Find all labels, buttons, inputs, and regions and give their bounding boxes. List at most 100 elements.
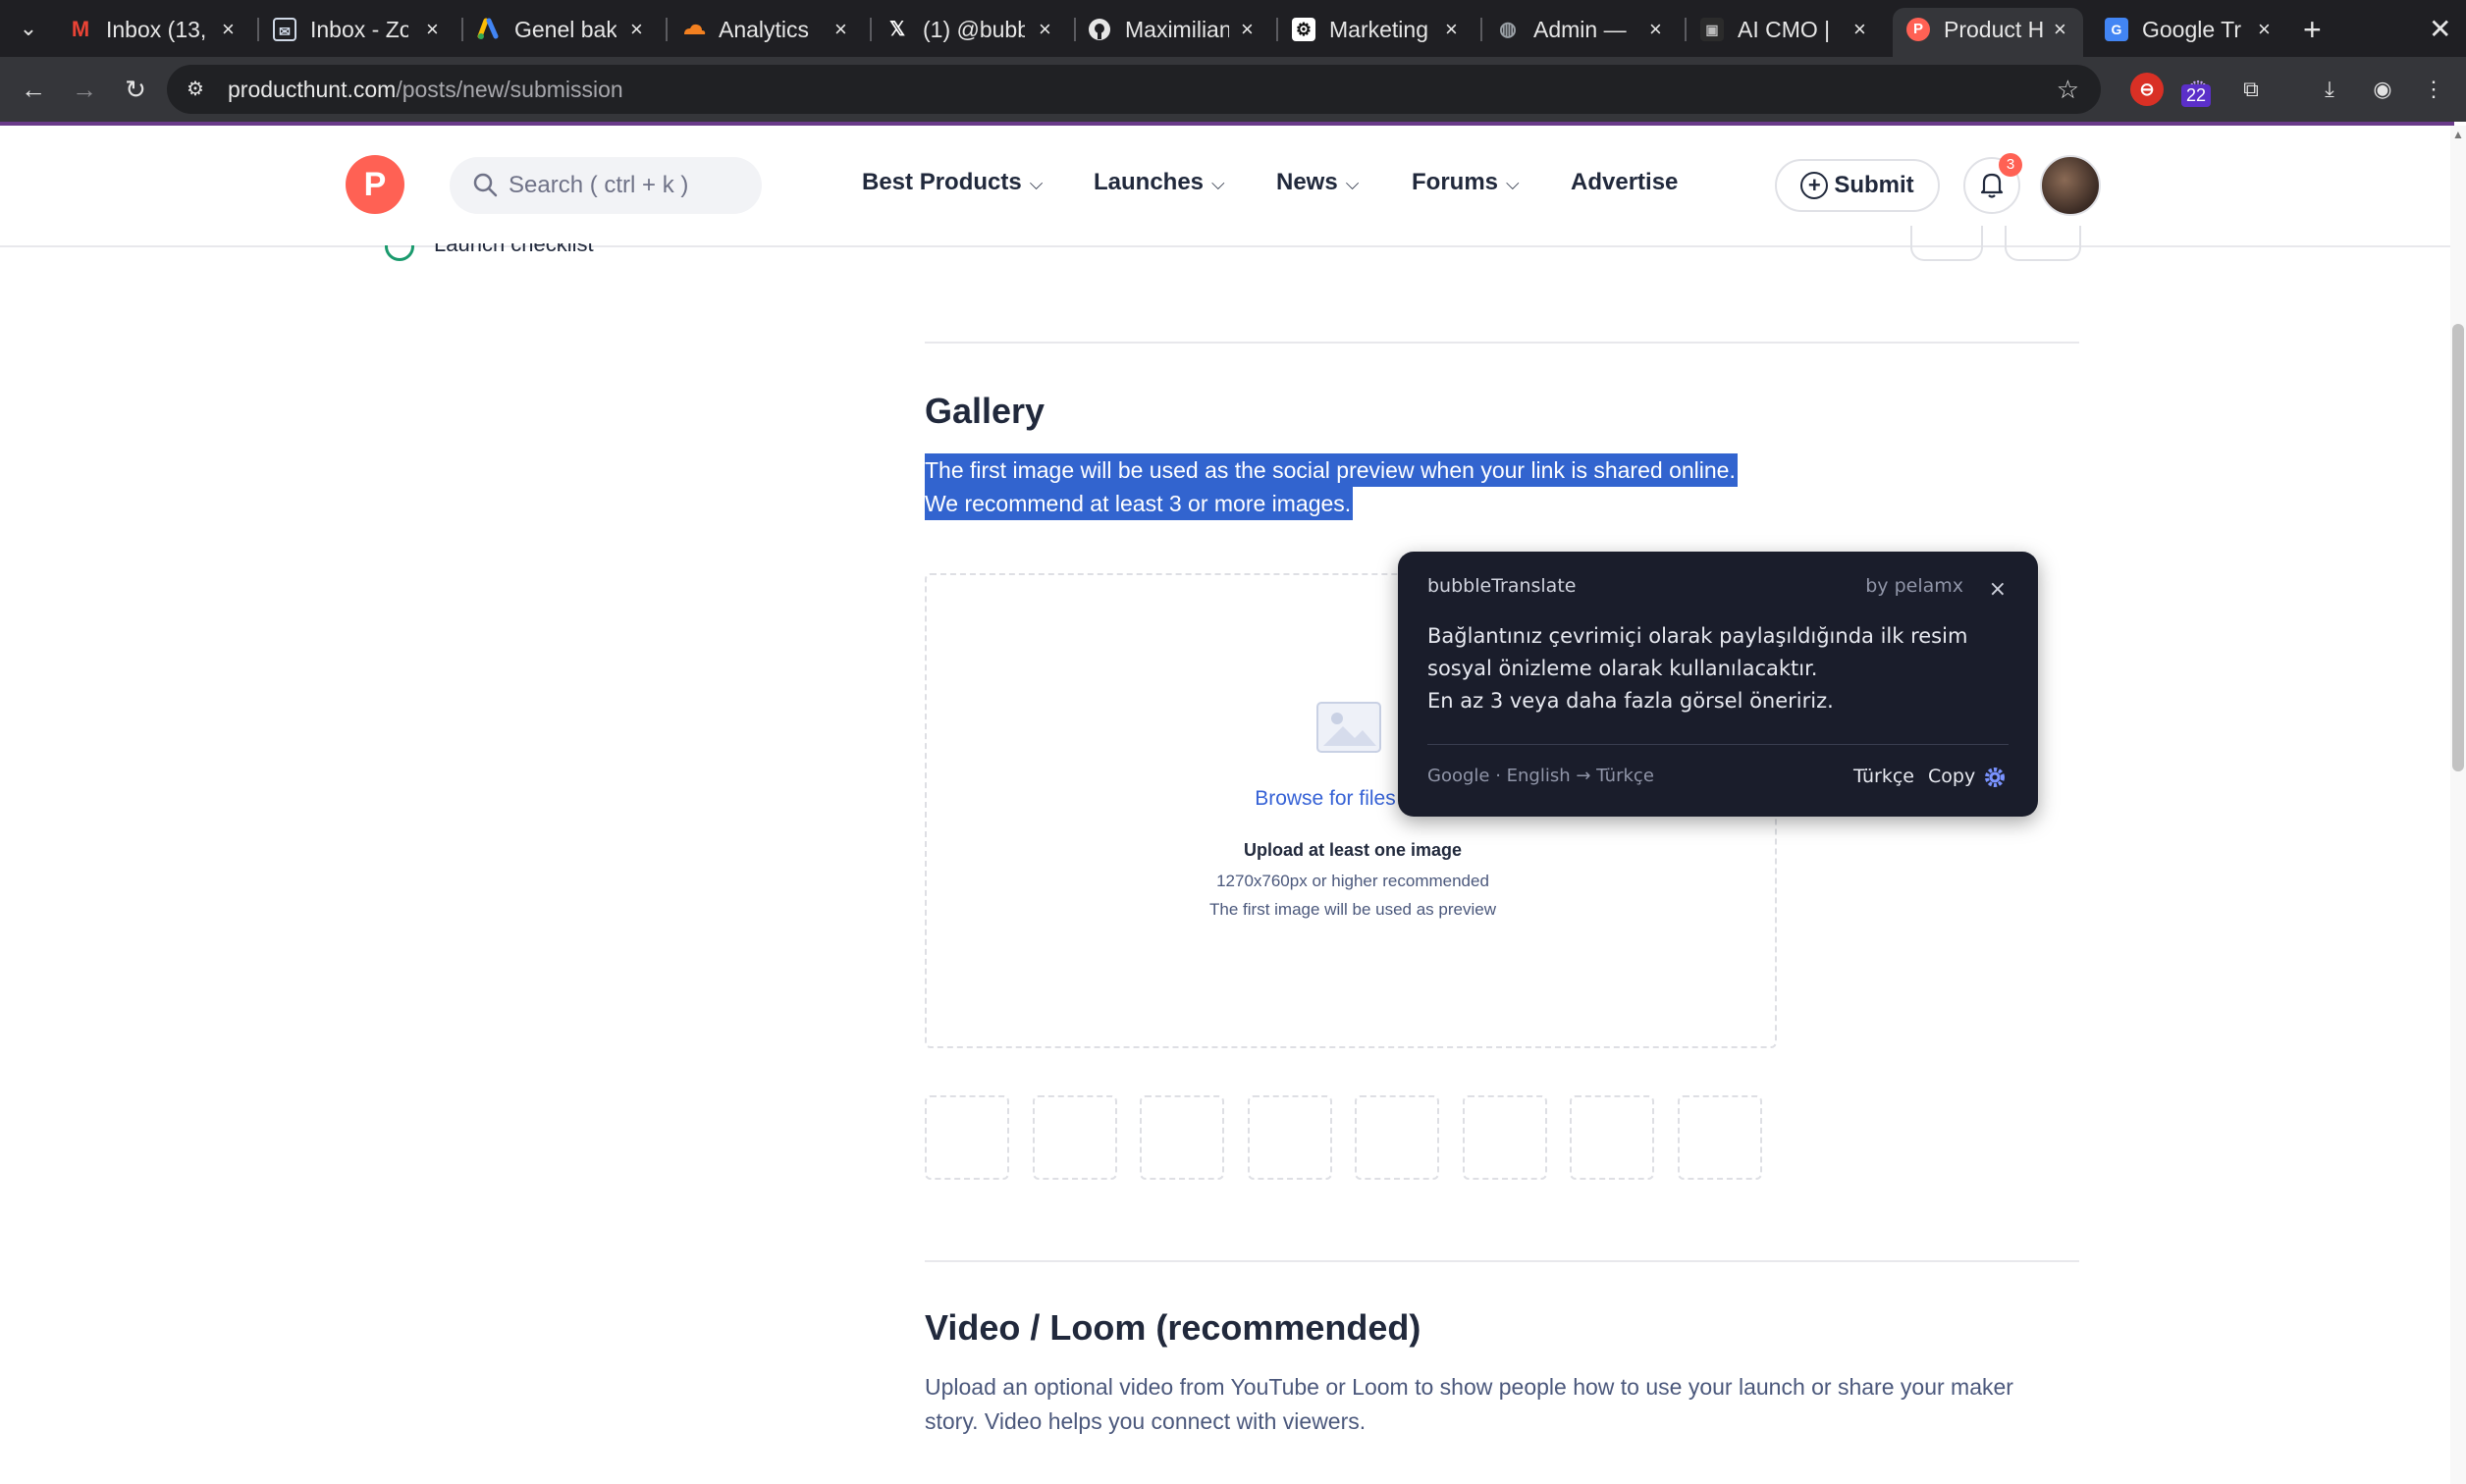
tab-separator <box>1480 18 1482 41</box>
forward-arrow-icon[interactable]: → <box>67 72 102 107</box>
tab-separator <box>870 18 872 41</box>
image-placeholder-icon <box>1316 702 1381 753</box>
translation-line2: En az 3 veya daha fazla görsel öneririz. <box>1427 689 1834 713</box>
nav-best-products[interactable]: Best Products ⌵ <box>862 169 1043 196</box>
plus-circle-icon: + <box>1800 172 1829 200</box>
browser-tab-github[interactable]: Maximilian × <box>1088 8 1274 51</box>
action-button[interactable] <box>2005 226 2081 261</box>
tab-search-chevron-icon[interactable]: ⌄ <box>14 14 43 43</box>
gallery-thumb-slot[interactable] <box>1463 1095 1547 1180</box>
gallery-thumb-slot[interactable] <box>1248 1095 1332 1180</box>
action-button[interactable] <box>1910 226 1983 261</box>
preview-hint: The first image will be used as preview <box>1209 900 1496 919</box>
browser-tab-analytics[interactable]: Analytics × <box>681 8 868 51</box>
back-arrow-icon[interactable]: ← <box>16 72 51 107</box>
translation-text: Bağlantınız çevrimiçi olarak paylaşıldığ… <box>1427 620 2016 717</box>
download-icon[interactable]: ⤓ <box>2313 73 2346 106</box>
nav-forums[interactable]: Forums ⌵ <box>1412 169 1520 196</box>
browser-tab-zoho[interactable]: ✉ Inbox - Zo × <box>273 8 459 51</box>
submit-button[interactable]: + Submit <box>1775 159 1940 212</box>
translator-author[interactable]: by pelamx <box>1865 575 1963 597</box>
gallery-thumb-slot[interactable] <box>1033 1095 1117 1180</box>
site-settings-icon[interactable]: ⚙ <box>187 77 212 102</box>
browser-tab-product-hunt[interactable]: P Product H × <box>1893 8 2083 57</box>
chevron-down-icon: ⌵ <box>1211 174 1225 193</box>
close-icon[interactable]: × <box>1853 8 1866 51</box>
browser-menu-icon[interactable]: ⋮ <box>2417 73 2450 106</box>
notification-count-badge: 3 <box>1999 153 2022 177</box>
browser-tab-gmail[interactable]: M Inbox (13, × <box>69 8 255 51</box>
new-tab-plus-icon[interactable]: + <box>2303 10 2322 49</box>
tab-separator <box>1276 18 1278 41</box>
browser-tab-ai-cmo[interactable]: ▣ AI CMO | × <box>1700 8 1887 51</box>
address-bar[interactable]: ⚙ producthunt.com/posts/new/submission ☆ <box>167 65 2101 114</box>
notifications-button[interactable]: 3 <box>1963 153 2022 214</box>
close-icon[interactable]: × <box>426 8 439 51</box>
scroll-up-arrow-icon[interactable]: ▲ <box>2452 128 2464 141</box>
cloudflare-icon <box>681 18 706 41</box>
close-icon[interactable]: × <box>2054 8 2066 51</box>
translation-popup: bubbleTranslate by pelamx × Bağlantınız … <box>1398 552 2038 817</box>
browser-tab-google-ads[interactable]: Genel bak × <box>477 8 664 51</box>
openai-icon: ⚙ <box>1292 18 1315 41</box>
github-icon <box>1088 18 1111 41</box>
zoho-mail-icon: ✉ <box>273 18 296 41</box>
extensions-puzzle-icon[interactable]: ⧉ <box>2234 73 2268 106</box>
browse-files-link[interactable]: Browse for files <box>1255 787 1396 810</box>
nav-launches[interactable]: Launches ⌵ <box>1094 169 1225 196</box>
tab-separator <box>666 18 668 41</box>
gmail-icon: M <box>71 17 90 41</box>
nav-advertise[interactable]: Advertise <box>1571 169 1678 196</box>
popup-divider <box>1427 744 2009 745</box>
google-translate-icon: G <box>2105 18 2128 41</box>
nav-news[interactable]: News ⌵ <box>1276 169 1359 196</box>
gallery-thumb-slot[interactable] <box>1140 1095 1224 1180</box>
close-icon[interactable]: × <box>222 8 235 51</box>
search-input[interactable] <box>509 167 744 204</box>
chevron-down-icon: ⌵ <box>1029 174 1044 193</box>
product-hunt-logo[interactable]: P <box>346 155 404 214</box>
close-icon[interactable]: × <box>630 8 643 51</box>
gallery-thumb-slot[interactable] <box>1678 1095 1762 1180</box>
window-close-icon[interactable]: ✕ <box>2429 10 2451 49</box>
gallery-thumb-slot[interactable] <box>925 1095 1009 1180</box>
close-icon[interactable]: × <box>834 8 847 51</box>
gallery-thumb-slot[interactable] <box>1355 1095 1439 1180</box>
profile-icon[interactable]: ◉ <box>2366 73 2399 106</box>
extension-block-icon[interactable]: ⊖ <box>2130 73 2164 106</box>
close-icon[interactable]: × <box>2258 8 2271 51</box>
globe-icon: ◍ <box>1499 19 1517 40</box>
close-icon[interactable]: × <box>1241 8 1254 51</box>
url-text[interactable]: producthunt.com/posts/new/submission <box>228 65 623 114</box>
search-icon <box>473 173 498 197</box>
section-divider <box>925 1260 2079 1262</box>
section-divider <box>925 342 2079 344</box>
x-icon: 𝕏 <box>888 19 906 40</box>
browser-tab-google-translate[interactable]: G Google Tr × <box>2105 8 2291 51</box>
browser-tab-x[interactable]: 𝕏 (1) @bubb × <box>885 8 1072 51</box>
close-icon[interactable]: × <box>1649 8 1662 51</box>
close-icon[interactable]: × <box>1445 8 1458 51</box>
google-ads-icon <box>477 18 501 41</box>
resolution-hint: 1270x760px or higher recommended <box>1216 872 1489 890</box>
translator-app-name: bubbleTranslate <box>1427 575 1577 597</box>
user-avatar[interactable] <box>2040 155 2101 216</box>
gallery-description-line2: We recommend at least 3 or more images. <box>925 487 1354 520</box>
popup-close-icon[interactable]: × <box>1989 579 2007 601</box>
reload-icon[interactable]: ↻ <box>118 72 153 107</box>
copy-button[interactable]: Copy <box>1928 766 1975 787</box>
browser-tab-strip: ⌄ M Inbox (13, × ✉ Inbox - Zo × Genel ba… <box>0 0 2466 57</box>
bookmark-star-icon[interactable]: ☆ <box>2057 75 2079 104</box>
video-section-title: Video / Loom (recommended) <box>925 1307 1421 1348</box>
settings-gear-icon[interactable] <box>1983 766 2007 789</box>
browser-tab-admin[interactable]: ◍ Admin — × <box>1496 8 1683 51</box>
search-box[interactable] <box>450 157 762 214</box>
target-language-button[interactable]: Türkçe <box>1853 766 1914 787</box>
chevron-down-icon: ⌵ <box>1345 174 1360 193</box>
gallery-thumb-slot[interactable] <box>1570 1095 1654 1180</box>
browser-tab-marketing[interactable]: ⚙ Marketing × <box>1292 8 1478 51</box>
video-section-description: Upload an optional video from YouTube or… <box>925 1374 2013 1434</box>
tab-separator <box>1074 18 1076 41</box>
close-icon[interactable]: × <box>1039 8 1051 51</box>
scrollbar-thumb[interactable] <box>2452 324 2464 771</box>
